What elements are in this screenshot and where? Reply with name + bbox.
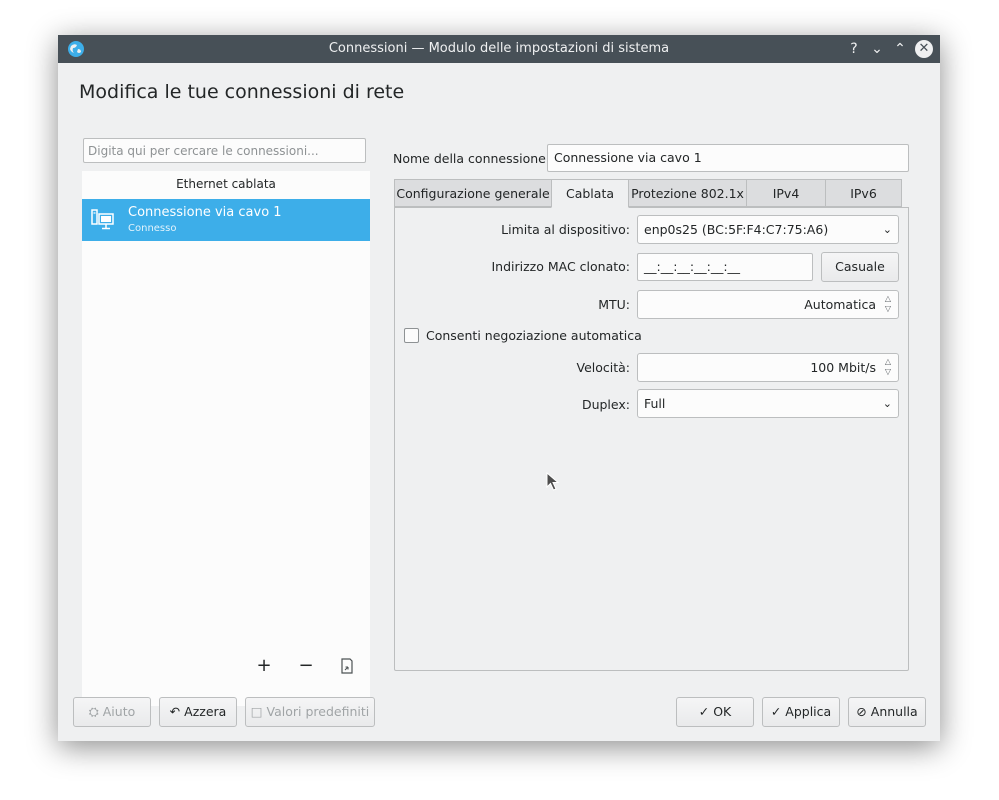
- reset-button[interactable]: ↶ Azzera: [159, 697, 237, 727]
- connection-status: Connesso: [128, 223, 177, 234]
- autoneg-checkbox[interactable]: [404, 328, 419, 343]
- undo-icon: ↶: [169, 704, 181, 719]
- mtu-spinbox[interactable]: Automatica △ ▽: [637, 290, 899, 319]
- search-input[interactable]: [83, 138, 366, 163]
- check-icon: ✓: [698, 704, 710, 719]
- settings-window: Connessioni — Modulo delle impostazioni …: [58, 35, 940, 741]
- mtu-label: MTU:: [598, 297, 630, 312]
- speed-spinbox[interactable]: 100 Mbit/s △ ▽: [637, 353, 899, 382]
- list-item[interactable]: Connessione via cavo 1 Connesso: [82, 199, 370, 241]
- check-icon: ✓: [770, 704, 782, 719]
- connection-name-field[interactable]: Connessione via cavo 1: [547, 144, 909, 172]
- cancel-icon: ⊘: [856, 704, 867, 719]
- duplex-label: Duplex:: [581, 397, 630, 412]
- speed-label: Velocità:: [576, 360, 630, 375]
- spin-arrows-icon[interactable]: △ ▽: [882, 294, 894, 315]
- ok-button[interactable]: ✓ OK: [676, 697, 754, 727]
- export-icon[interactable]: [336, 655, 358, 677]
- apply-button-label: Applica: [785, 704, 832, 719]
- tab-ipv6[interactable]: IPv6: [825, 179, 902, 207]
- wired-network-icon: [91, 209, 114, 230]
- close-icon[interactable]: ✕: [915, 40, 933, 58]
- title-bar[interactable]: Connessioni — Modulo delle impostazioni …: [58, 35, 940, 63]
- ok-button-label: OK: [713, 704, 732, 719]
- defaults-button-label: Valori predefiniti: [266, 704, 370, 719]
- cancel-button-label: Annulla: [870, 704, 918, 719]
- group-label: Ethernet cablata: [176, 177, 276, 191]
- mac-label: Indirizzo MAC clonato:: [491, 259, 630, 274]
- window-title: Connessioni — Modulo delle impostazioni …: [328, 41, 670, 56]
- device-value: enp0s25 (BC:5F:F4:C7:75:A6): [644, 222, 829, 237]
- tab-wired[interactable]: Cablata: [551, 179, 629, 208]
- remove-icon[interactable]: −: [295, 655, 317, 677]
- help-button-label: Aiuto: [102, 704, 136, 719]
- defaults-button: □ Valori predefiniti: [245, 697, 375, 727]
- document-revert-icon: □: [250, 704, 263, 719]
- cancel-button[interactable]: ⊘ Annulla: [848, 697, 926, 727]
- connection-name-label: Nome della connessione:: [393, 151, 551, 166]
- connection-list: Ethernet cablata Connessione via cavo 1 …: [82, 171, 370, 706]
- tab-ipv4[interactable]: IPv4: [746, 179, 826, 207]
- mac-address-field[interactable]: __:__:__:__:__:__: [637, 253, 813, 281]
- random-mac-button[interactable]: Casuale: [821, 252, 899, 282]
- speed-value: 100 Mbit/s: [810, 360, 876, 375]
- mtu-value: Automatica: [804, 297, 876, 312]
- reset-button-label: Azzera: [184, 704, 227, 719]
- chevron-down-icon: ⌄: [882, 397, 892, 410]
- help-button: ⛭ Aiuto: [73, 697, 151, 727]
- maximize-icon[interactable]: ⌃: [890, 39, 910, 59]
- apply-button[interactable]: ✓ Applica: [762, 697, 840, 727]
- device-select[interactable]: enp0s25 (BC:5F:F4:C7:75:A6) ⌄: [637, 215, 899, 244]
- connection-name: Connessione via cavo 1: [128, 205, 282, 220]
- help-icon[interactable]: ?: [844, 39, 864, 59]
- duplex-select[interactable]: Full ⌄: [637, 389, 899, 418]
- tab-8021x[interactable]: Protezione 802.1x: [628, 179, 747, 207]
- mouse-cursor-icon: [546, 472, 560, 491]
- tab-general[interactable]: Configurazione generale: [394, 179, 552, 207]
- autoneg-label[interactable]: Consenti negoziazione automatica: [426, 328, 642, 343]
- device-label: Limita al dispositivo:: [501, 222, 630, 237]
- spin-arrows-icon[interactable]: △ ▽: [882, 357, 894, 378]
- lifebuoy-icon: ⛭: [88, 704, 99, 719]
- page-title: Modifica le tue connessioni di rete: [79, 81, 405, 103]
- duplex-value: Full: [644, 396, 666, 411]
- minimize-icon[interactable]: ⌄: [867, 39, 887, 59]
- chevron-down-icon: ⌄: [882, 223, 892, 236]
- add-icon[interactable]: +: [253, 655, 275, 677]
